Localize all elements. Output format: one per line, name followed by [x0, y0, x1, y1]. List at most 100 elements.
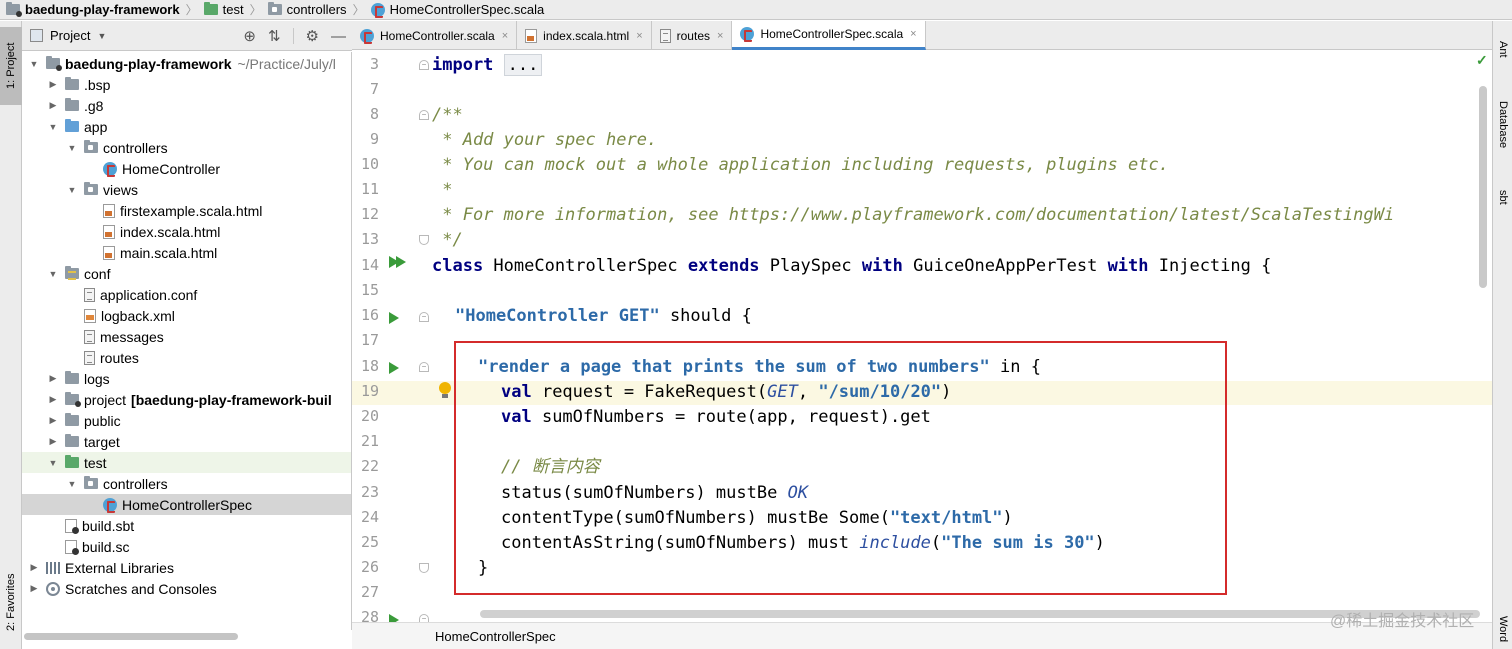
project-view-selector[interactable]: Project ▼ — [30, 28, 106, 43]
tree-item[interactable]: ▶ project [baedung-play-framework-buil — [22, 389, 351, 410]
editor-tab[interactable]: HomeController.scala × — [352, 21, 518, 50]
editor-tab[interactable]: index.scala.html × — [517, 21, 652, 50]
string-literal: "HomeController GET" — [455, 306, 660, 326]
close-icon[interactable]: × — [910, 28, 916, 40]
tree-item[interactable]: ▶HomeControllerSpec — [22, 494, 351, 515]
tree-item[interactable]: ▼ baedung-play-framework ~/Practice/July/l — [22, 53, 351, 74]
expand-arrow-icon[interactable]: ▼ — [47, 269, 59, 279]
inspection-ok-icon: ✓ — [1476, 52, 1488, 68]
tree-item-module-name: [baedung-play-framework-buil — [131, 391, 332, 408]
tree-item[interactable]: ▶build.sbt — [22, 515, 351, 536]
breadcrumb-controllers-label: controllers — [286, 2, 347, 17]
word-tool-tab[interactable]: Word — [1493, 609, 1512, 649]
tree-item[interactable]: ▶index.scala.html — [22, 221, 351, 242]
collapse-arrow-icon[interactable]: ▶ — [47, 436, 59, 447]
run-all-tests-icon[interactable] — [389, 256, 406, 268]
ant-tool-tab[interactable]: Ant — [1493, 29, 1512, 69]
editor-vertical-scrollbar[interactable] — [1479, 86, 1487, 288]
fold-end-icon[interactable] — [419, 235, 429, 245]
fold-end-icon[interactable] — [419, 563, 429, 573]
folder-blue-icon — [65, 119, 79, 132]
status-breadcrumb-label[interactable]: HomeControllerSpec — [435, 629, 556, 644]
tree-item[interactable]: ▶ .g8 — [22, 95, 351, 116]
collapse-arrow-icon[interactable]: ▶ — [47, 394, 59, 405]
code-line-3: import ... — [432, 53, 543, 77]
lightbulb-icon[interactable] — [439, 382, 451, 398]
target-icon[interactable]: ⊕ — [243, 27, 256, 45]
xml-file-icon — [84, 308, 96, 323]
database-tool-tab[interactable]: Database — [1493, 85, 1512, 165]
expand-arrow-icon[interactable]: ▼ — [47, 122, 59, 132]
collapse-arrow-icon[interactable]: ▶ — [47, 79, 59, 90]
tree-item[interactable]: ▶ target — [22, 431, 351, 452]
tree-item[interactable]: ▶ .bsp — [22, 74, 351, 95]
minimize-icon[interactable]: — — [331, 28, 346, 45]
library-icon — [46, 561, 60, 574]
expand-arrow-icon[interactable]: ▼ — [47, 458, 59, 468]
collapse-arrow-icon[interactable]: ▶ — [28, 583, 40, 594]
tree-item[interactable]: ▼ conf — [22, 263, 351, 284]
folder-package-icon — [84, 140, 98, 153]
fold-collapse-icon[interactable]: − — [419, 312, 429, 322]
editor-tab[interactable]: HomeControllerSpec.scala × — [732, 21, 926, 50]
line-number: 23 — [360, 483, 379, 501]
expand-arrow-icon[interactable]: ▼ — [66, 185, 78, 195]
breadcrumb-test[interactable]: test — [203, 2, 244, 17]
tree-item[interactable]: ▼ app — [22, 116, 351, 137]
tree-item[interactable]: ▶routes — [22, 347, 351, 368]
project-tree-scrollbar[interactable] — [24, 633, 238, 640]
fold-collapse-icon[interactable]: − — [419, 60, 429, 70]
breadcrumb-controllers[interactable]: controllers — [267, 2, 347, 17]
collapse-arrow-icon[interactable]: ▶ — [47, 100, 59, 111]
tree-item[interactable]: ▶ Scratches and Consoles — [22, 578, 351, 599]
tree-item-label: views — [103, 181, 139, 198]
run-test-icon[interactable] — [389, 312, 399, 324]
tree-item[interactable]: ▶application.conf — [22, 284, 351, 305]
close-icon[interactable]: × — [717, 30, 723, 42]
folder-module-icon — [46, 56, 62, 71]
expand-arrow-icon[interactable]: ▼ — [28, 59, 40, 69]
tree-item[interactable]: ▶HomeController — [22, 158, 351, 179]
editor-tab[interactable]: routes × — [652, 21, 733, 50]
collapse-arrow-icon[interactable]: ▶ — [47, 415, 59, 426]
run-test-icon[interactable] — [389, 362, 399, 374]
gear-icon[interactable]: ⚙ — [306, 27, 319, 45]
tree-item-path: ~/Practice/July/l — [237, 55, 336, 72]
collapse-icon[interactable]: ⇅ — [268, 27, 281, 45]
ant-tool-tab-label: Ant — [1497, 40, 1509, 58]
tree-item[interactable]: ▶ logs — [22, 368, 351, 389]
line-number: 24 — [360, 508, 379, 526]
tree-item[interactable]: ▶main.scala.html — [22, 242, 351, 263]
folder-icon — [65, 434, 79, 447]
collapse-arrow-icon[interactable]: ▶ — [28, 562, 40, 573]
folded-imports[interactable]: ... — [503, 54, 543, 76]
breadcrumb-file[interactable]: HomeControllerSpec.scala — [370, 2, 544, 18]
expand-arrow-icon[interactable]: ▼ — [66, 479, 78, 489]
project-tool-tab[interactable]: 1: Project — [0, 27, 22, 105]
tree-item[interactable]: ▼ controllers — [22, 137, 351, 158]
folder-icon — [65, 413, 79, 426]
trait-name: Injecting { — [1148, 256, 1272, 276]
tree-item-label: main.scala.html — [120, 244, 218, 261]
tree-item[interactable]: ▶logback.xml — [22, 305, 351, 326]
tree-item[interactable]: ▶messages — [22, 326, 351, 347]
sbt-tool-tab[interactable]: sbt — [1493, 177, 1512, 217]
expand-arrow-icon[interactable]: ▼ — [66, 143, 78, 153]
folder-green-icon — [65, 455, 79, 468]
tree-item[interactable]: ▶ External Libraries — [22, 557, 351, 578]
tree-item[interactable]: ▼ controllers — [22, 473, 351, 494]
tree-item[interactable]: ▶build.sc — [22, 536, 351, 557]
favorites-tool-tab[interactable]: 2: Favorites — [0, 557, 22, 647]
tree-item[interactable]: ▼ test — [22, 452, 351, 473]
fold-collapse-icon[interactable]: − — [419, 362, 429, 372]
tree-item[interactable]: ▼ views — [22, 179, 351, 200]
breadcrumb-project[interactable]: baedung-play-framework — [6, 2, 180, 17]
collapse-arrow-icon[interactable]: ▶ — [47, 373, 59, 384]
tree-item[interactable]: ▶firstexample.scala.html — [22, 200, 351, 221]
fold-collapse-icon[interactable]: − — [419, 110, 429, 120]
close-icon[interactable]: × — [636, 30, 642, 42]
line-number: 10 — [360, 155, 379, 173]
close-icon[interactable]: × — [502, 30, 508, 42]
tree-item[interactable]: ▶ public — [22, 410, 351, 431]
tree-item-label: firstexample.scala.html — [120, 202, 263, 219]
